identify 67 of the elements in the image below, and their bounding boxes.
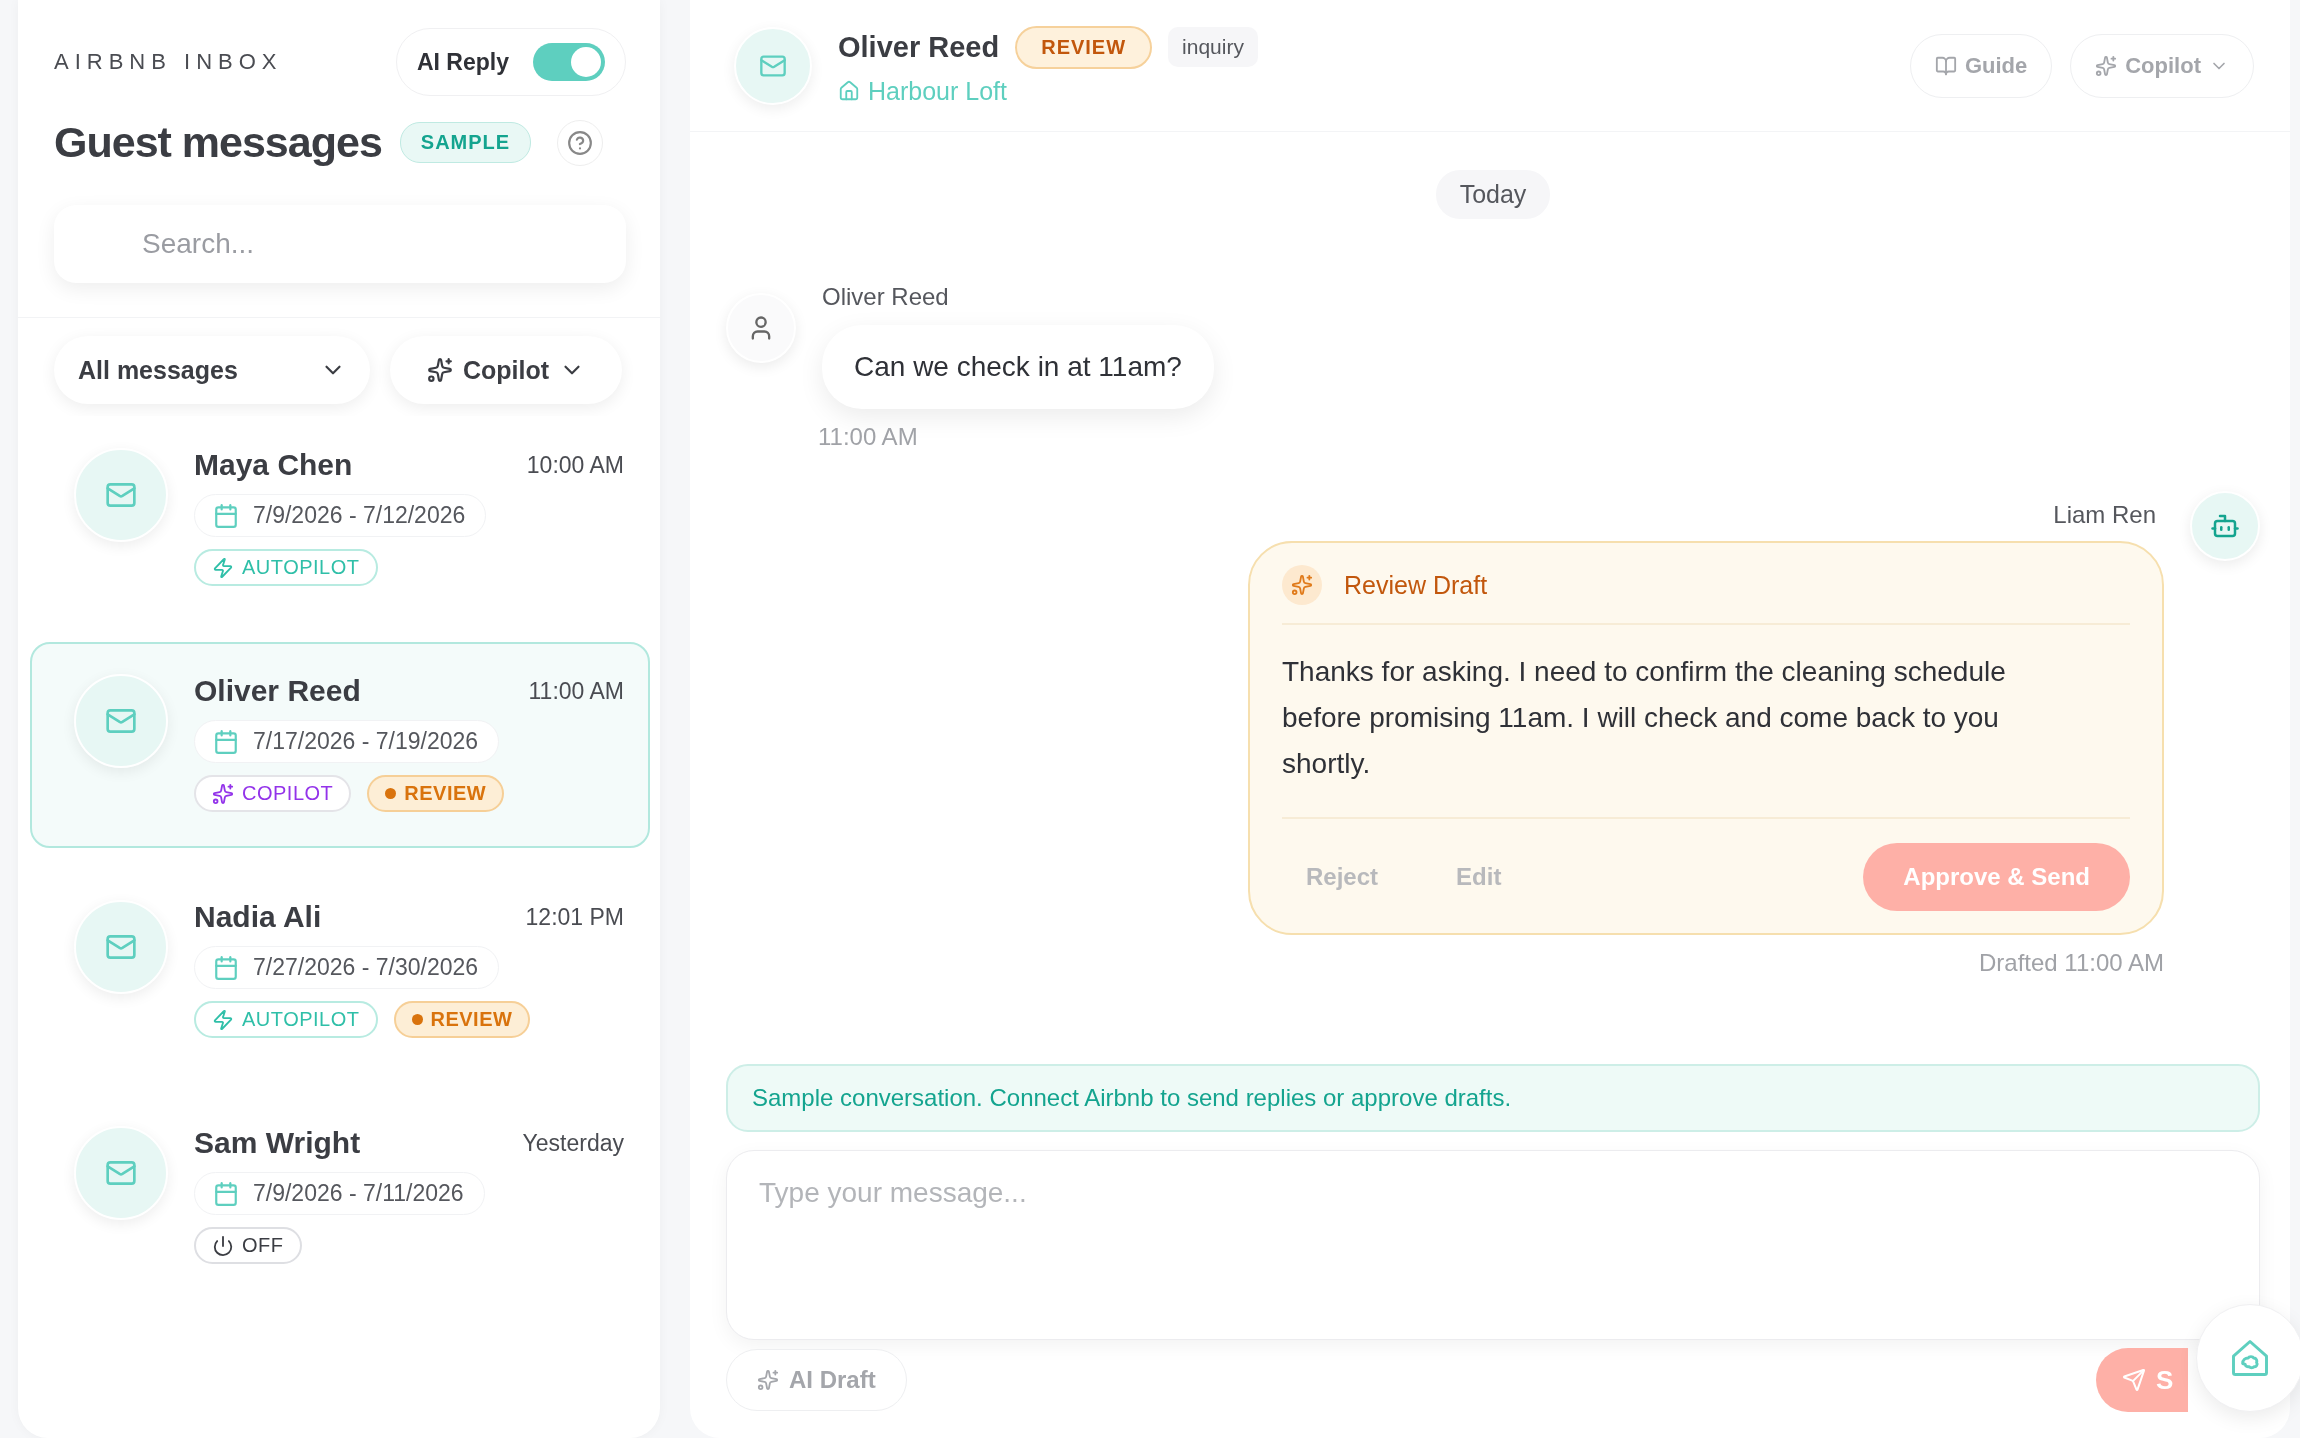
guide-button[interactable]: Guide [1909,33,2053,98]
house-icon [838,80,860,102]
send-button[interactable]: S [2096,1348,2188,1412]
draft-time: Drafted 11:00 AM [1979,949,2164,977]
date-text: 7/9/2026 - 7/12/2026 [253,502,466,529]
message-time: 11:00 AM [528,677,624,705]
message-time: 12:01 PM [525,903,624,931]
draft-action-button[interactable]: Reject [1282,853,1403,901]
ai-reply-toggle[interactable]: AI Reply [395,28,626,96]
copilot-dropdown[interactable]: Copilot [2070,33,2254,98]
message-field[interactable]: Type your message... [726,1150,2260,1340]
message-bubble: Can we check in at 11am? [822,325,1214,409]
dot-icon [411,1014,423,1025]
power-icon [212,1234,234,1257]
status-tag: COPILOT [194,775,352,812]
guest-name: Maya Chen [194,448,353,482]
calendar-icon [213,502,239,529]
status-tag: REVIEW [393,1001,531,1038]
search-field[interactable]: Search... [54,205,626,283]
toggle-switch[interactable] [533,43,605,81]
message-time: Yesterday [522,1129,624,1157]
status-tag: AUTOPILOT [194,1001,378,1038]
lightning-icon [212,556,234,579]
guest-name: Sam Wright [194,1126,361,1160]
send-icon [2122,1368,2146,1392]
notice-banner: Sample conversation. Connect Airbnb to send replies or approve drafts. [726,1064,2260,1132]
draft-text: Thanks for asking. I need to confirm the cleaning schedule before promising 11am. I will check and come back to you shortly. [1282,625,2130,819]
brand-label: AIRBNB INBOX [54,49,284,75]
calendar-icon [213,728,239,755]
sender-name: Liam Ren [2053,501,2156,529]
status-tag: AUTOPILOT [194,549,378,586]
draft-action-button[interactable]: Edit [1432,853,1526,901]
status-tag: REVIEW [367,775,505,812]
help-icon [567,129,594,156]
guest-name: Oliver Reed [838,30,1000,64]
filter-dropdown[interactable]: Copilot [390,336,622,404]
guest-name: Oliver Reed [194,674,361,708]
message-time: 10:00 AM [526,451,624,479]
status-tag: OFF [194,1227,302,1264]
sparkle-icon [757,1369,779,1391]
date-divider: Today [1435,170,1551,219]
page-title: Guest messages [54,118,382,167]
guest-name: Nadia Ali [194,900,322,934]
sparkle-icon [2095,54,2118,77]
approve-button[interactable]: Approve & Send [1863,843,2130,911]
sparkle-icon [1282,565,1322,605]
listing-link[interactable]: Harbour Loft [838,76,1884,106]
draft-title: Review Draft [1344,570,1488,600]
sender-name: Oliver Reed [822,283,950,311]
ai-draft-button[interactable]: AI Draft [726,1349,907,1411]
sample-badge: SAMPLE [399,122,532,163]
calendar-icon [213,1180,239,1207]
conversation-item[interactable]: Oliver Reed 11:00 AM 7/17/2026 - 7/19/2026 COPILOT REVIEW [30,642,650,848]
type-badge: inquiry [1168,27,1258,67]
book-icon [1934,54,1957,77]
sparkle-icon [426,357,453,383]
date-text: 7/17/2026 - 7/19/2026 [253,728,479,755]
filter-dropdown[interactable]: All messages [54,336,370,404]
sparkle-icon [212,782,234,805]
date-text: 7/9/2026 - 7/11/2026 [253,1180,464,1207]
dot-icon [385,788,397,799]
message-time: 11:00 AM [818,423,919,451]
status-badge: REVIEW [1015,25,1153,69]
date-text: 7/27/2026 - 7/30/2026 [253,954,479,981]
calendar-icon [213,954,239,981]
toggle-label: AI Reply [416,48,509,76]
lightning-icon [212,1008,234,1031]
